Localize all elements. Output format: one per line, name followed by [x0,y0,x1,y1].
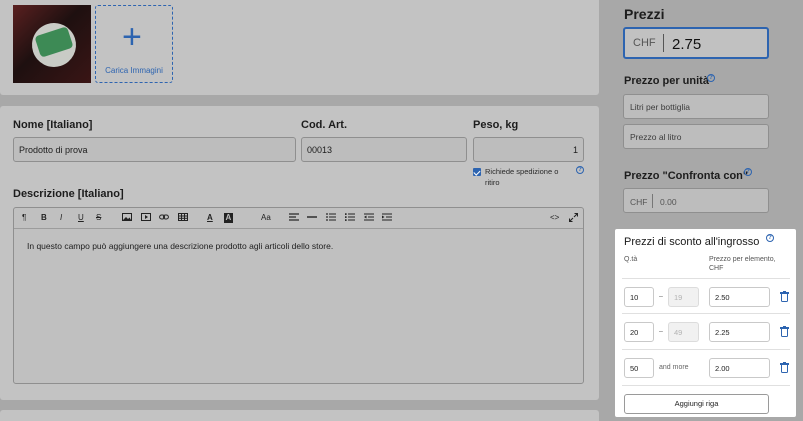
sku-field[interactable]: 00013 [301,137,467,162]
price-column-header: Prezzo per elemento, CHF [709,256,776,272]
trash-icon[interactable] [780,361,789,373]
upload-images-button[interactable]: + Carica Immagini [95,5,173,83]
add-row-button[interactable]: Aggiungi riga [624,394,769,414]
weight-field[interactable]: 1 [473,137,584,162]
bold-button[interactable]: B [41,213,47,223]
plus-icon: + [122,18,142,56]
qty-separator: – [659,293,663,300]
qty-from-input[interactable]: 10 [624,287,654,307]
editor-toolbar: ¶ B I U S A A Aa <> [14,208,583,229]
row-price-input[interactable]: 2.00 [709,358,770,378]
outdent-icon[interactable] [364,213,374,223]
unit-price-title: Prezzo per unità [624,75,709,87]
compare-price-value: 0.00 [660,197,677,207]
qty-from-input[interactable]: 50 [624,358,654,378]
name-label: Nome [Italiano] [13,119,93,131]
pricing-title: Prezzi [624,6,665,22]
description-label: Descrizione [Italiano] [13,188,124,200]
wholesale-help-icon[interactable]: ? [766,234,774,242]
qty-column-header: Q.tà [624,256,638,263]
unit-quantity-field[interactable]: Litri per bottiglia [623,94,769,119]
sku-label: Cod. Art. [301,119,348,131]
weight-label: Peso, kg [473,119,519,131]
qty-from-input[interactable]: 20 [624,322,654,342]
compare-price-help-icon[interactable]: ? [744,168,752,176]
price-value: 2.75 [672,36,702,53]
compare-price-title: Prezzo "Confronta con" [624,170,749,182]
italic-button[interactable]: I [60,213,62,223]
qty-to-input: 49 [668,322,699,342]
code-view-button[interactable]: <> [550,213,559,223]
strikethrough-button[interactable]: S [96,213,101,223]
images-card: + Carica Immagini [0,0,599,95]
upload-images-label: Carica Immagini [105,66,163,75]
description-text[interactable]: In questo campo può aggiungere una descr… [27,241,333,251]
text-case-button[interactable]: Aa [261,213,271,223]
wholesale-title: Prezzi di sconto all'ingrosso [624,236,760,248]
price-currency: CHF [633,37,656,49]
shipping-checkbox-label: Richiede spedizione o ritiro [485,167,559,187]
bottom-card [0,410,599,421]
link-icon[interactable] [159,213,169,223]
unit-price-help-icon[interactable]: ? [707,74,715,82]
underline-button[interactable]: U [78,213,84,223]
trash-icon[interactable] [780,325,789,337]
background-color-button[interactable]: A [224,213,233,223]
shipping-checkbox[interactable] [473,168,481,176]
compare-price-field[interactable]: CHF 0.00 [623,188,769,213]
qty-to-input: 19 [668,287,699,307]
font-color-button[interactable]: A [207,213,213,223]
row-price-input[interactable]: 2.25 [709,322,770,342]
bullet-list-icon[interactable] [326,213,336,223]
paragraph-icon[interactable]: ¶ [22,213,26,223]
qty-separator: – [659,328,663,335]
indent-icon[interactable] [382,213,392,223]
name-field[interactable]: Prodotto di prova [13,137,296,162]
description-editor[interactable]: ¶ B I U S A A Aa <> In questo campo può … [13,207,584,384]
product-thumbnail[interactable] [13,5,91,83]
video-icon[interactable] [141,213,151,223]
fullscreen-icon[interactable] [568,212,579,223]
align-icon[interactable] [289,213,299,223]
image-icon[interactable] [122,213,132,223]
qty-separator: and more [659,364,689,371]
wholesale-discount-panel: Prezzi di sconto all'ingrosso ? Q.tà Pre… [615,229,796,417]
compare-price-currency: CHF [630,197,648,207]
trash-icon[interactable] [780,290,789,302]
table-icon[interactable] [178,213,188,223]
horizontal-rule-icon[interactable] [307,213,317,223]
price-field[interactable]: CHF 2.75 [623,27,769,59]
row-price-input[interactable]: 2.50 [709,287,770,307]
unit-price-field[interactable]: Prezzo al litro [623,124,769,149]
help-icon[interactable]: ? [576,166,584,174]
numbered-list-icon[interactable] [345,213,355,223]
